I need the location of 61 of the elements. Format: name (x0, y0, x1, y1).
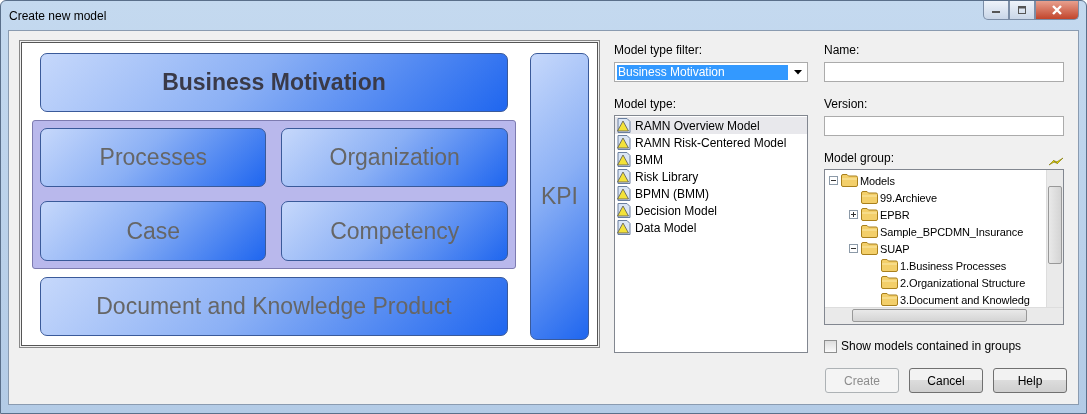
diagram-tile: Processes (40, 128, 267, 188)
tree-item[interactable]: 1.Business Processes (900, 259, 1007, 272)
list-item[interactable]: RAMN Overview Model (615, 117, 807, 134)
vertical-scrollbar[interactable] (1046, 170, 1063, 308)
folder-icon (881, 293, 898, 306)
lightning-icon[interactable] (1048, 157, 1064, 166)
diagram-tile: Case (40, 201, 267, 261)
field-label: Version: (824, 97, 869, 112)
version-field[interactable] (824, 116, 1064, 136)
list-item[interactable]: BPMN (BMM) (615, 185, 807, 202)
warning-document-icon (617, 169, 631, 184)
tree-item[interactable]: Models (860, 174, 895, 187)
diagram-tile: Competency (281, 201, 508, 261)
field-label: Name: (824, 43, 861, 58)
window-title: Create new model (9, 9, 107, 23)
warning-document-icon (617, 186, 631, 201)
close-button[interactable] (1035, 1, 1079, 20)
field-label: Model group: (824, 151, 895, 166)
dialog-button[interactable]: Cancel (909, 368, 983, 393)
maximize-button[interactable] (1009, 1, 1035, 20)
tree-item[interactable]: SUAP (880, 242, 910, 255)
caret-icon (794, 69, 802, 75)
horizontal-scrollbar[interactable] (825, 307, 1063, 324)
tree-item[interactable]: Sample_BPCDMN_Insurance (880, 225, 1024, 238)
warning-document-icon (617, 203, 631, 218)
diagram-tile: Business Motivation (40, 53, 508, 113)
folder-icon (861, 208, 878, 221)
collapse-icon[interactable] (849, 244, 858, 253)
diagram-tile: Organization (281, 128, 508, 188)
warning-document-icon (617, 220, 631, 235)
folder-icon (861, 225, 878, 238)
field-label: Model type filter: (614, 43, 704, 58)
list-item[interactable]: BMM (615, 151, 807, 168)
checkbox-label: Show models contained in groups (841, 339, 1022, 353)
folder-icon (841, 174, 858, 187)
name-field[interactable] (824, 62, 1064, 82)
diagram-tile: Document and Knowledge Product (40, 276, 508, 336)
checkbox[interactable] (824, 339, 837, 353)
dialog-button[interactable]: Help (993, 368, 1067, 393)
list-item[interactable]: Risk Library (615, 168, 807, 185)
folder-icon (881, 276, 898, 289)
field-label: Model type: (614, 97, 678, 112)
folder-icon (861, 242, 878, 255)
collapse-icon[interactable] (829, 176, 838, 185)
warning-document-icon (617, 152, 631, 167)
folder-icon (881, 259, 898, 272)
minimize-button[interactable] (983, 1, 1009, 20)
list-item[interactable]: RAMN Risk-Centered Model (615, 134, 807, 151)
warning-document-icon (617, 135, 631, 150)
maximize-icon (1017, 6, 1027, 14)
list-item[interactable]: Data Model (615, 219, 807, 236)
tree-item[interactable]: 99.Archieve (880, 191, 937, 204)
warning-document-icon (617, 118, 631, 133)
close-icon (1051, 5, 1063, 15)
expand-icon[interactable] (849, 210, 858, 219)
tree-item[interactable]: EPBR (880, 208, 910, 221)
tree-item[interactable]: 2.Organizational Structure (900, 276, 1026, 289)
list-item[interactable]: Decision Model (615, 202, 807, 219)
diagram-tile: KPI (529, 53, 589, 340)
folder-icon (861, 191, 878, 204)
tree-item[interactable]: 3.Document and Knowledg (900, 293, 1030, 306)
